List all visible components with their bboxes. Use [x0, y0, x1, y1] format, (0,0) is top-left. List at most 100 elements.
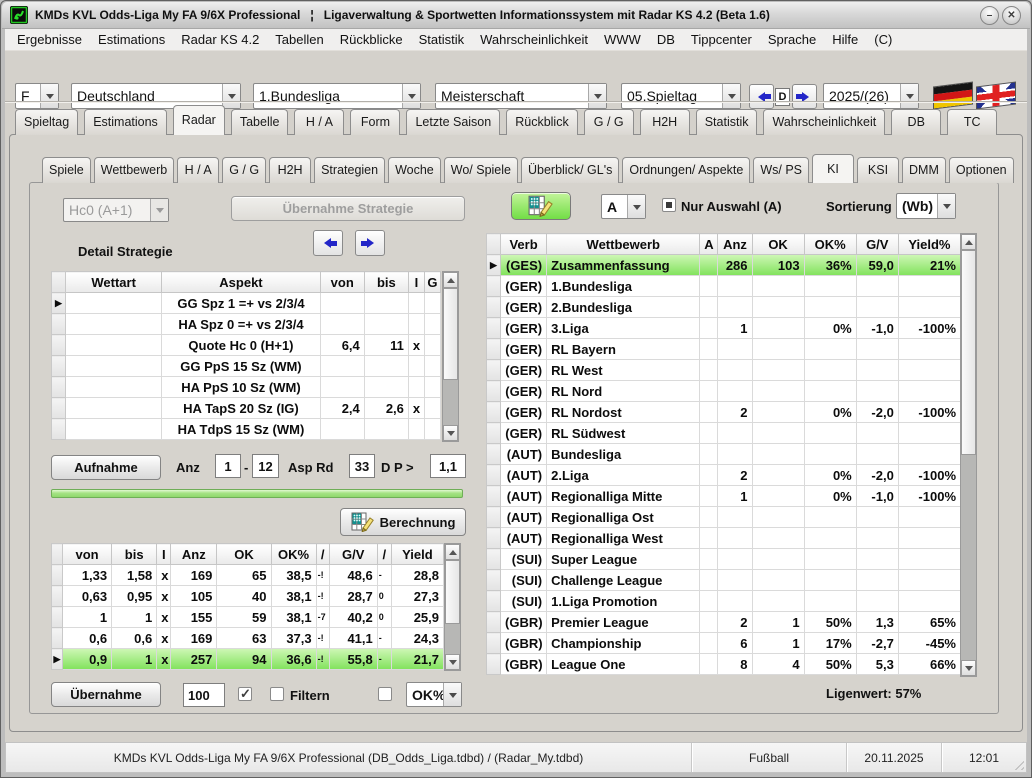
tab-wahrscheinlichkeit[interactable]: Wahrscheinlichkeit — [763, 109, 885, 135]
column-header[interactable]: G/V — [856, 234, 898, 255]
uebernahme-button[interactable]: Übernahme — [51, 682, 161, 707]
menu-item-tippcenter[interactable]: Tippcenter — [683, 29, 760, 50]
league-table-scrollbar[interactable] — [960, 233, 977, 677]
tab-ki[interactable]: KI — [812, 154, 854, 183]
menu-item-db[interactable]: DB — [649, 29, 683, 50]
close-button[interactable]: ✕ — [1002, 6, 1021, 25]
column-header[interactable]: Anz — [718, 234, 752, 255]
tab-h-a[interactable]: H / A — [177, 157, 219, 183]
menu-item-statistik[interactable]: Statistik — [411, 29, 473, 50]
result-table-scrollbar[interactable] — [444, 543, 461, 671]
chevron-down-icon[interactable] — [627, 195, 645, 218]
stake-checkbox[interactable] — [238, 687, 252, 701]
tab-form[interactable]: Form — [350, 109, 400, 135]
scroll-up-icon[interactable] — [445, 544, 460, 560]
tab-h2h[interactable]: H2H — [269, 157, 311, 183]
menu-item-ergebnisse[interactable]: Ergebnisse — [9, 29, 90, 50]
menu-item--c-[interactable]: (C) — [866, 29, 900, 50]
column-header[interactable]: / — [377, 544, 391, 565]
scroll-down-icon[interactable] — [443, 425, 458, 441]
tab-strategien[interactable]: Strategien — [314, 157, 385, 183]
tab-statistik[interactable]: Statistik — [696, 109, 758, 135]
column-header[interactable]: G/V — [329, 544, 377, 565]
column-header[interactable]: Yield% — [898, 234, 960, 255]
column-header[interactable]: bis — [112, 544, 157, 565]
menu-item-tabellen[interactable]: Tabellen — [267, 29, 331, 50]
prev-strategy-button[interactable] — [313, 230, 343, 256]
tab-h2h[interactable]: H2H — [640, 109, 690, 135]
scroll-up-icon[interactable] — [961, 234, 976, 250]
german-flag-icon[interactable] — [934, 81, 972, 107]
scroll-up-icon[interactable] — [443, 272, 458, 288]
asp-rd-input[interactable]: 33 — [349, 454, 375, 478]
column-header[interactable]: OK% — [271, 544, 316, 565]
minimize-button[interactable]: – — [980, 6, 999, 25]
column-header[interactable]: bis — [364, 272, 408, 293]
column-header[interactable]: Aspekt — [162, 272, 320, 293]
column-header[interactable]: von — [320, 272, 364, 293]
tab-ksi[interactable]: KSI — [857, 157, 899, 183]
tab-letzte-saison[interactable]: Letzte Saison — [406, 109, 500, 135]
column-header[interactable]: I — [408, 272, 424, 293]
tab-wettbewerb[interactable]: Wettbewerb — [94, 157, 174, 183]
tab-g-g[interactable]: G / G — [584, 109, 634, 135]
filtern-checkbox[interactable] — [270, 687, 284, 701]
tab-radar[interactable]: Radar — [173, 105, 225, 135]
tab-g-g[interactable]: G / G — [222, 157, 266, 183]
detail-table-scrollbar[interactable] — [442, 271, 459, 442]
column-header[interactable]: Yield — [391, 544, 443, 565]
column-header[interactable]: A — [700, 234, 718, 255]
dp-input[interactable]: 1,1 — [430, 454, 466, 478]
menu-item-hilfe[interactable]: Hilfe — [824, 29, 866, 50]
metric-combo[interactable]: OK% — [406, 682, 462, 707]
scroll-down-icon[interactable] — [961, 660, 976, 676]
column-header[interactable]: OK% — [804, 234, 856, 255]
column-header[interactable]: / — [316, 544, 329, 565]
tab-wo-spiele[interactable]: Wo/ Spiele — [444, 157, 518, 183]
menu-item-wahrscheinlichkeit[interactable]: Wahrscheinlichkeit — [472, 29, 596, 50]
column-header[interactable]: OK — [752, 234, 804, 255]
tab-tc[interactable]: TC — [947, 109, 997, 135]
tab--berblick-gl-s[interactable]: Überblick/ GL's — [521, 157, 619, 183]
column-header[interactable]: Anz — [171, 544, 217, 565]
calc-selection-button[interactable] — [511, 192, 571, 220]
tab-spiele[interactable]: Spiele — [42, 157, 91, 183]
title-bar[interactable]: KMDs KVL Odds-Liga My FA 9/6X Profession… — [2, 2, 1030, 29]
tab-ws-ps[interactable]: Ws/ PS — [753, 157, 809, 183]
anz-to-input[interactable]: 12 — [252, 454, 279, 478]
column-header[interactable]: G — [424, 272, 440, 293]
menu-item-estimations[interactable]: Estimations — [90, 29, 173, 50]
tab-h-a[interactable]: H / A — [294, 109, 344, 135]
chevron-down-icon[interactable] — [937, 194, 955, 218]
scroll-down-icon[interactable] — [445, 654, 460, 670]
metric-checkbox[interactable] — [378, 687, 392, 701]
nur-auswahl-checkbox[interactable] — [662, 198, 676, 212]
aufnahme-button[interactable]: Aufnahme — [51, 455, 161, 480]
column-header[interactable]: I — [157, 544, 171, 565]
anz-from-input[interactable]: 1 — [215, 454, 241, 478]
column-header[interactable]: Wettart — [66, 272, 162, 293]
column-header[interactable]: von — [63, 544, 112, 565]
berechnung-button[interactable]: Berechnung — [340, 508, 466, 536]
menu-item-www[interactable]: WWW — [596, 29, 649, 50]
menu-item-radar-ks-4-2[interactable]: Radar KS 4.2 — [173, 29, 267, 50]
tab-tabelle[interactable]: Tabelle — [231, 109, 289, 135]
column-header[interactable]: Wettbewerb — [547, 234, 700, 255]
column-header[interactable]: Verb — [501, 234, 547, 255]
tab-optionen[interactable]: Optionen — [949, 157, 1014, 183]
tab-ordnungen-aspekte[interactable]: Ordnungen/ Aspekte — [622, 157, 750, 183]
uk-flag-icon[interactable] — [977, 81, 1015, 107]
menu-item-sprache[interactable]: Sprache — [760, 29, 824, 50]
menu-item-r-ckblicke[interactable]: Rückblicke — [332, 29, 411, 50]
selection-combo[interactable]: A — [601, 194, 646, 219]
sort-combo[interactable]: (Wb) — [896, 193, 956, 219]
tab-db[interactable]: DB — [891, 109, 941, 135]
tab-spieltag[interactable]: Spieltag — [15, 109, 78, 135]
tab-dmm[interactable]: DMM — [902, 157, 946, 183]
tab-r-ckblick[interactable]: Rückblick — [506, 109, 578, 135]
next-strategy-button[interactable] — [355, 230, 385, 256]
d-toggle[interactable]: D — [775, 88, 790, 106]
column-header[interactable]: OK — [217, 544, 271, 565]
chevron-down-icon[interactable] — [443, 683, 461, 706]
tab-estimations[interactable]: Estimations — [84, 109, 167, 135]
